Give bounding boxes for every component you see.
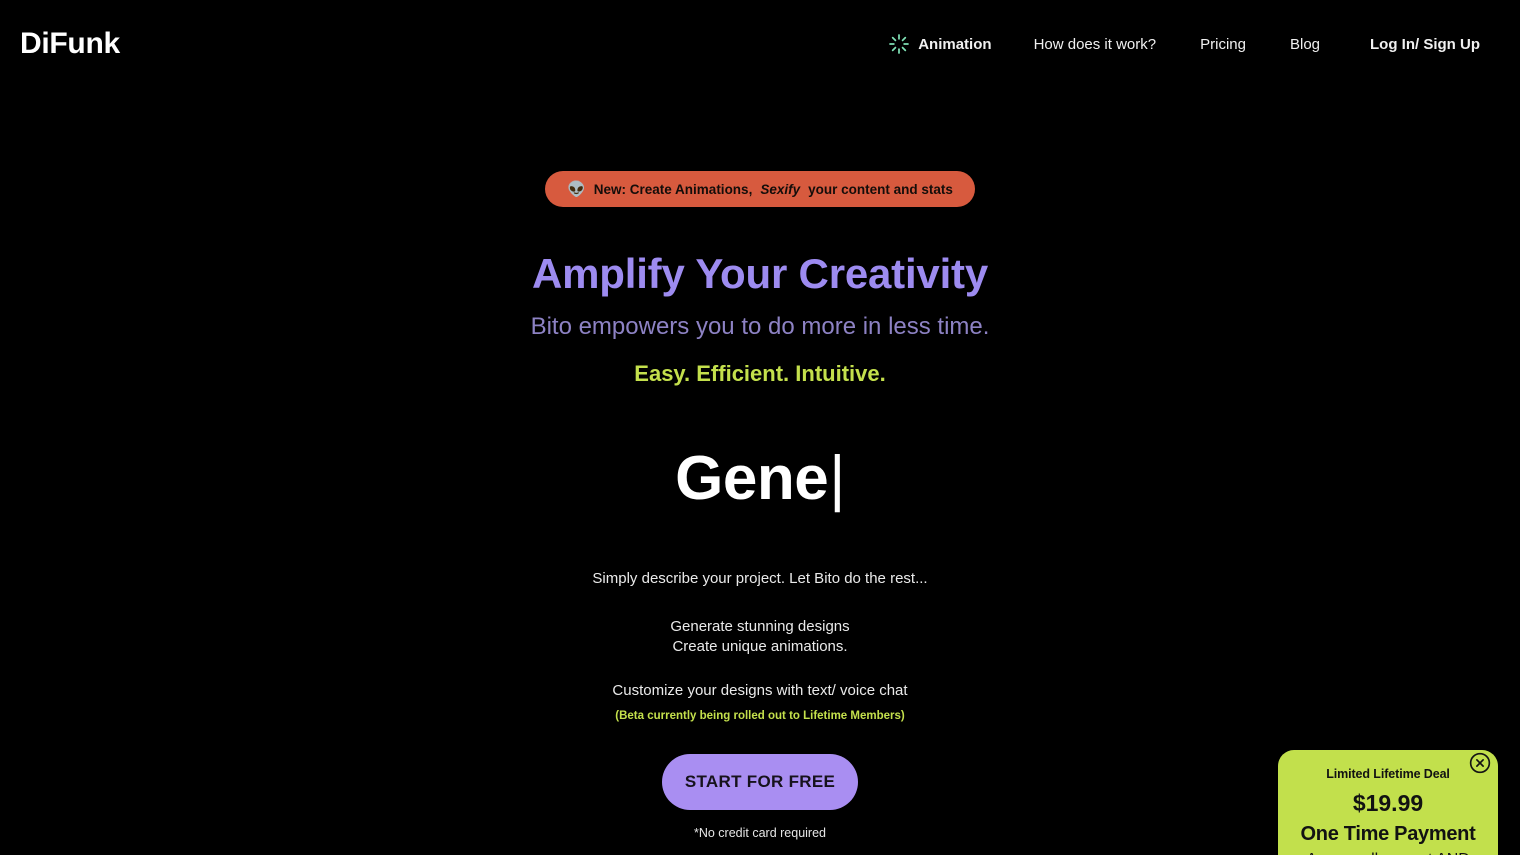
nav-item-animation-label: Animation <box>918 35 992 53</box>
lifetime-deal-promo-card[interactable]: Limited Lifetime Deal $19.99 One Time Pa… <box>1278 750 1498 855</box>
announcement-text-before: New: Create Animations, <box>593 181 753 197</box>
start-for-free-button[interactable]: START FOR FREE <box>662 754 858 811</box>
hero-customize-block: Customize your designs with text/ voice … <box>0 681 1520 726</box>
announcement-text-after: your content and stats <box>808 181 953 197</box>
announcement-text-emphasis: Sexify <box>760 181 801 197</box>
nav-item-how-does-it-work[interactable]: How does it work? <box>1012 36 1179 53</box>
promo-payment-type: One Time Payment <box>1300 823 1476 845</box>
promo-title: Limited Lifetime Deal <box>1326 767 1450 781</box>
text-caret-icon: | <box>829 444 845 514</box>
nav-item-pricing[interactable]: Pricing <box>1178 36 1268 53</box>
hero-headline: Amplify Your Creativity <box>532 250 988 297</box>
hero-description-block: Generate stunning designs Create unique … <box>0 617 1520 657</box>
site-logo[interactable]: DiFunk <box>20 27 120 61</box>
hero-customize-line: Customize your designs with text/ voice … <box>612 682 908 700</box>
close-circle-icon[interactable] <box>1469 752 1491 774</box>
announcement-banner[interactable]: 👽 New: Create Animations, Sexify your co… <box>545 171 975 207</box>
nav-item-blog[interactable]: Blog <box>1268 36 1342 53</box>
nav-item-animation[interactable]: Animation <box>880 33 1011 55</box>
hero-section: 👽 New: Create Animations, Sexify your co… <box>0 88 1520 840</box>
promo-detail-line: Access all current AND <box>1278 851 1498 855</box>
alien-emoji-icon: 👽 <box>567 180 586 198</box>
login-signup-button[interactable]: Log In/ Sign Up <box>1342 36 1486 53</box>
hero-description-line-2: Create unique animations. <box>672 638 848 656</box>
typewriter-word: Gene <box>675 444 829 514</box>
sparkle-spinner-icon <box>888 33 910 55</box>
promo-price: $19.99 <box>1352 790 1424 816</box>
site-header: DiFunk Animation How does it work? Prici… <box>0 0 1520 88</box>
hero-beta-note: (Beta currently being rolled out to Life… <box>615 710 905 723</box>
typewriter-text: Gene| <box>0 439 1520 519</box>
main-navigation: Animation How does it work? Pricing Blog… <box>880 33 1500 55</box>
hero-subheadline: Bito empowers you to do more in less tim… <box>530 313 990 341</box>
hero-description-lead: Simply describe your project. Let Bito d… <box>592 570 928 588</box>
announcement-banner-wrapper: 👽 New: Create Animations, Sexify your co… <box>0 171 1520 207</box>
hero-tagline: Easy. Efficient. Intuitive. <box>634 360 886 386</box>
hero-description-line-1: Generate stunning designs <box>670 618 850 636</box>
